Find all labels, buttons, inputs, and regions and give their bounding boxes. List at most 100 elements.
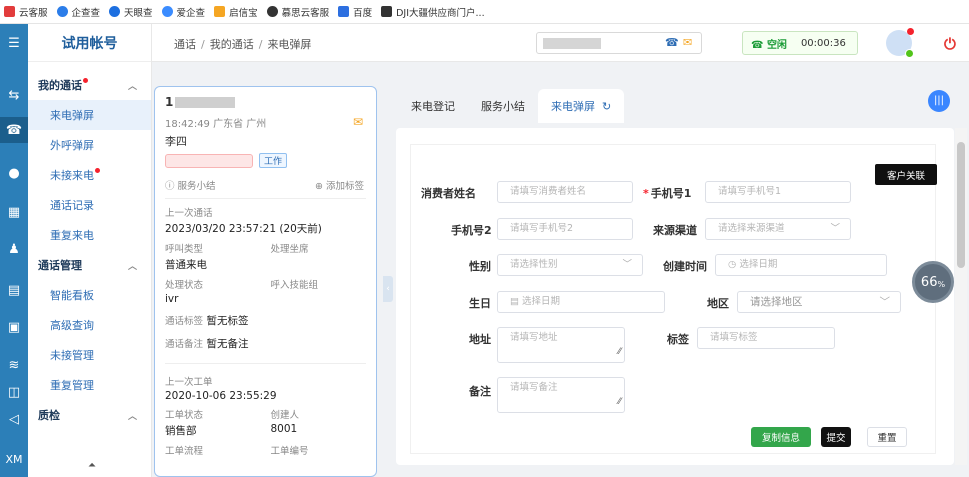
address-textarea[interactable]: 请填写地址 ⁄⁄ xyxy=(497,327,625,363)
phone1-input[interactable]: 请填写手机号1 xyxy=(705,181,851,203)
note-textarea[interactable]: 请填写备注 ⁄⁄ xyxy=(497,377,625,413)
user-icon[interactable]: ♟ xyxy=(0,236,28,262)
tab-incoming-popup[interactable]: 来电弹屏 ↻ xyxy=(538,89,625,123)
name-label: 消费者姓名 xyxy=(421,187,476,200)
account-title: 试用帐号 xyxy=(28,24,151,62)
name-input[interactable]: 请填写消费者姓名 xyxy=(497,181,633,203)
resize-handle-icon[interactable]: ⁄⁄ xyxy=(618,392,621,412)
group-quality-inspection[interactable]: 质检 ︿ xyxy=(28,400,151,430)
tag-work[interactable]: 工作 xyxy=(259,153,288,168)
bookmark-dji[interactable]: DJI大疆供应商门户... xyxy=(381,5,485,19)
call-note-row: 通话备注 暂无备注 xyxy=(165,338,249,350)
call-type-label: 呼叫类型 xyxy=(165,244,204,255)
scrollbar-thumb[interactable] xyxy=(957,142,965,268)
call-timer: 00:00:36 xyxy=(800,37,846,49)
document-icon[interactable]: ▤ xyxy=(0,277,28,303)
sidebar-item-repeat-calls[interactable]: 重复来电 xyxy=(28,220,151,250)
reset-button[interactable]: 重置 xyxy=(867,427,907,447)
chevron-up-icon: ︿ xyxy=(127,81,137,92)
agent-status[interactable]: ☎ 空闲 00:00:36 xyxy=(742,31,858,55)
qixinbao-icon xyxy=(214,6,226,17)
caller-name: 李四 xyxy=(165,135,187,148)
breadcrumb-item[interactable]: 通话 xyxy=(174,38,196,51)
grid-icon[interactable]: ▦ xyxy=(0,199,28,225)
order-status-label: 工单状态 xyxy=(165,410,204,421)
message-icon[interactable]: ✉ xyxy=(683,36,692,49)
bookmark-yunkefu[interactable]: 云客服 xyxy=(4,5,48,19)
phone2-label: 手机号2 xyxy=(451,224,492,237)
bookmark-aiqicha[interactable]: 爱企查 xyxy=(161,5,205,19)
resize-handle-icon[interactable]: ⁄⁄ xyxy=(618,342,621,362)
copy-info-button[interactable]: 复制信息 xyxy=(751,427,811,447)
breadcrumb-item: 来电弹屏 xyxy=(267,38,312,51)
birthday-picker[interactable]: ▤ 选择日期 xyxy=(497,291,665,313)
chat-icon[interactable]: ● xyxy=(0,160,28,186)
sidebar-item-missed-calls[interactable]: 未接来电 xyxy=(28,160,151,190)
sidebar-item-smart-board[interactable]: 智能看板 xyxy=(28,280,151,310)
created-time-picker[interactable]: ◷ 选择日期 xyxy=(715,254,887,276)
tab-service-summary[interactable]: 服务小结 xyxy=(468,89,538,123)
tag-input[interactable]: 请填写标签 xyxy=(697,327,835,349)
group-my-calls[interactable]: 我的通话 ︿ xyxy=(28,70,151,100)
progress-indicator[interactable]: 66% xyxy=(912,261,954,303)
note-label: 备注 xyxy=(469,385,491,398)
call-type-value: 普通来电 xyxy=(165,259,207,271)
region-select[interactable]: 请选择地区 ﹀ xyxy=(737,291,901,313)
breadcrumb-item[interactable]: 我的通话 xyxy=(210,38,254,51)
power-icon[interactable]: ⏻ xyxy=(944,35,956,53)
monitor-icon[interactable]: ▣ xyxy=(0,314,28,340)
analytics-icon[interactable]: ≋ xyxy=(0,352,28,378)
sidebar-item-repeat-management[interactable]: 重复管理 xyxy=(28,370,151,400)
avatar[interactable] xyxy=(886,28,914,58)
online-badge xyxy=(905,49,914,58)
sidebar-item-missed-management[interactable]: 未接管理 xyxy=(28,340,151,370)
transfer-icon[interactable]: ⇆ xyxy=(0,82,28,108)
gender-select[interactable]: 请选择性别 ﹀ xyxy=(497,254,643,276)
book-icon[interactable]: ◫ xyxy=(0,379,28,405)
add-tag-button[interactable]: ⊕ 添加标签 xyxy=(315,178,364,192)
tab-call-registration[interactable]: 来电登记 xyxy=(398,89,468,123)
bookmark-musi[interactable]: 慕思云客服 xyxy=(266,5,329,19)
bookmark-qixinbao[interactable]: 启信宝 xyxy=(214,5,258,19)
collapse-handle-icon[interactable]: ⏶ xyxy=(88,460,96,471)
region-label: 地区 xyxy=(707,297,729,310)
created-time-label: 创建时间 xyxy=(663,260,707,273)
content-tabs: 来电登记 服务小结 来电弹屏 ↻ xyxy=(398,88,625,124)
bookmark-qichacha[interactable]: 企查查 xyxy=(56,5,100,19)
collapse-panel-button[interactable]: ‹ xyxy=(383,276,393,302)
bookmark-tianyancha[interactable]: 天眼查 xyxy=(109,5,153,19)
phone1-label: * 手机号1 xyxy=(643,187,692,200)
notification-dot xyxy=(95,167,100,173)
phone2-input[interactable]: 请填写手机号2 xyxy=(497,218,633,240)
sidebar-item-incoming-popup[interactable]: 来电弹屏 xyxy=(28,100,151,130)
phone-icon[interactable]: ☎ xyxy=(0,117,28,143)
address-label: 地址 xyxy=(469,333,491,346)
sidebar-item-call-records[interactable]: 通话记录 xyxy=(28,190,151,220)
yunkefu-icon xyxy=(4,6,15,17)
tag-label: 标签 xyxy=(667,333,689,346)
send-icon[interactable]: ◁ xyxy=(0,406,28,432)
masked-number xyxy=(543,38,601,49)
phone-call-icon[interactable]: ☎ xyxy=(665,36,679,49)
submit-button[interactable]: 提交 xyxy=(821,427,851,447)
sidebar-item-advanced-query[interactable]: 高级查询 xyxy=(28,310,151,340)
service-summary-link[interactable]: ⓘ 服务小结 xyxy=(165,178,216,192)
aiqicha-icon xyxy=(161,6,173,17)
group-call-management[interactable]: 通话管理 ︿ xyxy=(28,250,151,280)
menu-icon[interactable]: ☰ xyxy=(0,30,28,56)
customer-link-button[interactable]: 客户关联 xyxy=(875,164,937,185)
bookmark-baidu[interactable]: 百度 xyxy=(338,5,372,19)
creator-label: 创建人 xyxy=(270,410,300,421)
sidebar-item-outgoing-popup[interactable]: 外呼弹屏 xyxy=(28,130,151,160)
voice-wave-icon[interactable]: ||| xyxy=(928,90,950,112)
vertical-scrollbar[interactable] xyxy=(955,128,967,465)
qichacha-icon xyxy=(56,6,68,17)
handler-label: 处理坐席 xyxy=(270,244,309,255)
channel-select[interactable]: 请选择来源渠道 ﹀ xyxy=(705,218,851,240)
notification-dot xyxy=(83,77,88,83)
dial-number-input[interactable]: ☎ ✉ xyxy=(536,32,702,54)
message-icon[interactable]: ✉ xyxy=(353,115,363,129)
notification-dot xyxy=(907,28,914,35)
refresh-icon[interactable]: ↻ xyxy=(602,100,611,113)
status-label: ☎ 空闲 xyxy=(751,39,787,51)
